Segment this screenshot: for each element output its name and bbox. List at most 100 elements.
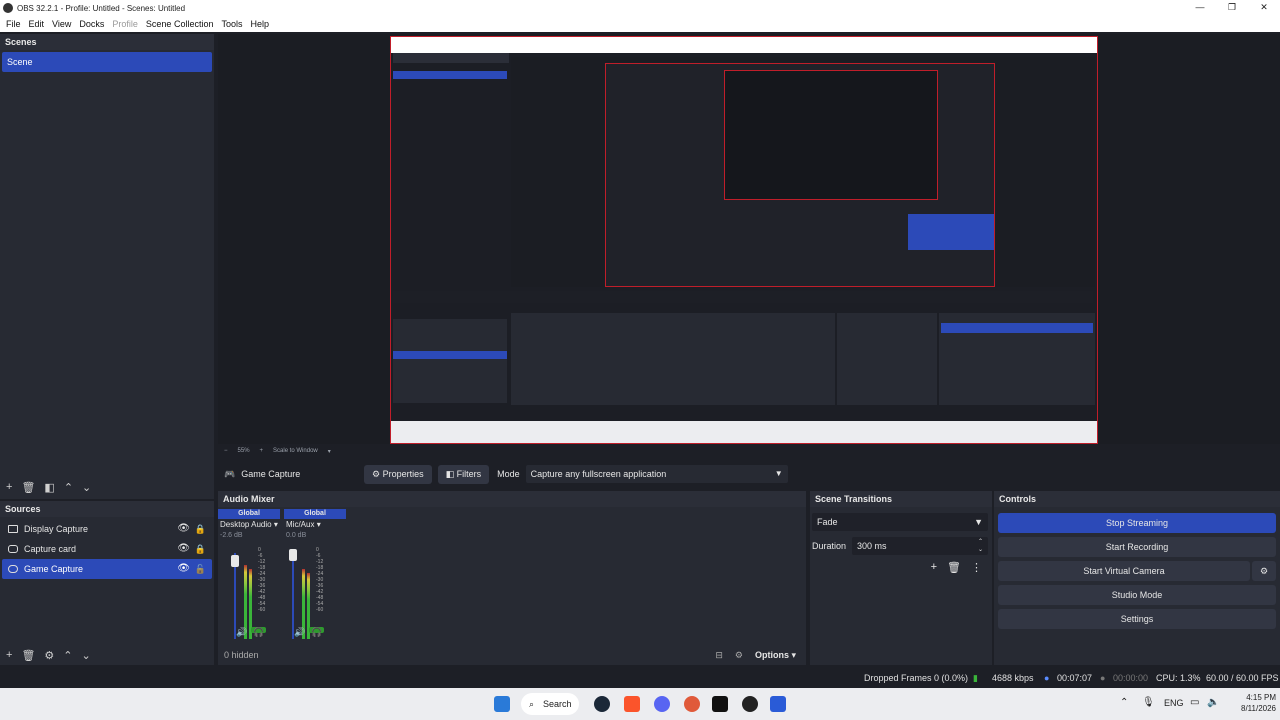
sources-toolbar: + 🗑 ⚙ ⌃ ⌄ [0, 646, 91, 664]
speaker-icon[interactable]: 🔊 [294, 627, 305, 637]
capture-mode-select[interactable]: Capture any fullscreen application ▼ [525, 465, 788, 483]
scenes-toolbar: + 🗑 ◧ ⌃ ⌄ [0, 478, 91, 496]
nested-mixer [511, 313, 835, 405]
filters-button[interactable]: ◧ Filters [437, 464, 490, 484]
search-label: Search [543, 699, 572, 709]
more-options-icon[interactable]: ⋮ [971, 561, 982, 574]
close-button[interactable]: ✕ [1248, 0, 1280, 16]
remove-source-icon[interactable]: 🗑 [21, 649, 35, 662]
scene-item[interactable]: Scene [2, 52, 212, 72]
tray-chevron-icon[interactable]: ⌃ [1120, 697, 1128, 708]
maximize-button[interactable]: ❐ [1216, 0, 1248, 16]
move-up-icon[interactable]: ⌃ [64, 481, 73, 494]
duration-label: Duration [812, 541, 847, 551]
channel-name[interactable]: Mic/Aux ▾ [284, 519, 346, 531]
menu-file[interactable]: File [2, 19, 25, 29]
menu-profile[interactable]: Profile [108, 19, 142, 29]
source-item-capture-card[interactable]: Capture card 👁 🔒 [2, 539, 212, 559]
nested-sources [393, 319, 507, 403]
stop-streaming-button[interactable]: Stop Streaming [998, 513, 1276, 533]
source-item-game-capture[interactable]: Game Capture 👁 🔓 [2, 559, 212, 579]
language-indicator[interactable]: ENG [1164, 698, 1184, 708]
nested-scene-item [393, 71, 507, 79]
transition-select[interactable]: Fade ▼ [812, 513, 988, 531]
remove-scene-icon[interactable]: 🗑 [21, 481, 35, 494]
nested-titlebar [391, 37, 1097, 53]
settings-button[interactable]: Settings [998, 609, 1276, 629]
sources-title: Sources [0, 501, 214, 517]
layout-toggle-icon[interactable]: ⊟ [715, 650, 723, 661]
zoom-out-icon[interactable]: − [224, 448, 228, 454]
channel-name-label: Mic/Aux [286, 520, 315, 529]
nested-transitions [837, 313, 937, 405]
eye-icon[interactable]: 👁 [177, 519, 190, 539]
source-properties-icon[interactable]: ⚙ [44, 649, 54, 662]
clock[interactable]: 4:15 PM 8/11/2026 [1226, 692, 1276, 714]
eye-icon[interactable]: 👁 [177, 559, 190, 579]
editor-icon[interactable] [770, 696, 786, 712]
network-icon[interactable]: ▭ [1190, 697, 1199, 708]
add-scene-icon[interactable]: + [6, 481, 12, 493]
taskbar-search[interactable]: ⌕ Search [521, 693, 579, 715]
duration-input[interactable]: 300 ms ⌃ ⌄ [852, 537, 988, 555]
windows-start-icon[interactable] [494, 696, 510, 712]
add-source-icon[interactable]: + [6, 649, 12, 661]
volume-slider-handle[interactable] [231, 555, 239, 567]
stream-icon: ● [1044, 673, 1050, 683]
menu-view[interactable]: View [48, 19, 75, 29]
start-virtual-camera-button[interactable]: Start Virtual Camera [998, 561, 1250, 581]
move-up-icon[interactable]: ⌃ [63, 649, 72, 662]
search-icon: ⌕ [529, 699, 535, 709]
menu-help[interactable]: Help [246, 19, 273, 29]
source-context-bar: 🎮 Game Capture ⚙ Properties ◧ Filters Mo… [218, 461, 1280, 487]
minimize-button[interactable]: — [1184, 0, 1216, 16]
menu-tools[interactable]: Tools [217, 19, 246, 29]
windows-taskbar: ⌕ Search ⌃ 🎙 ENG ▭ 🔈 4:15 PM 8/11/2026 [0, 688, 1280, 720]
microphone-icon[interactable]: 🎙 [1142, 697, 1155, 708]
obs-taskbar-icon[interactable] [742, 696, 758, 712]
lock-icon[interactable]: 🔒 [195, 539, 206, 559]
headphones-icon[interactable]: 🎧 [251, 627, 267, 637]
menu-docks[interactable]: Docks [75, 19, 108, 29]
headphones-icon[interactable]: 🎧 [309, 627, 325, 637]
audio-mixer-title: Audio Mixer [218, 491, 806, 507]
discord-icon[interactable] [654, 696, 670, 712]
add-transition-icon[interactable]: + [931, 561, 937, 574]
eye-icon[interactable]: 👁 [177, 539, 190, 559]
advanced-audio-icon[interactable]: ⚙ [735, 650, 743, 661]
scene-filters-icon[interactable]: ◧ [44, 481, 54, 494]
hidden-count[interactable]: 0 hidden [224, 650, 259, 660]
move-down-icon[interactable]: ⌄ [82, 481, 91, 494]
menu-scene-collection[interactable]: Scene Collection [142, 19, 218, 29]
terminal-icon[interactable] [712, 696, 728, 712]
channel-db: 0.0 dB [286, 532, 307, 539]
brave-icon[interactable] [624, 696, 640, 712]
menu-edit[interactable]: Edit [25, 19, 49, 29]
steam-icon[interactable] [594, 696, 610, 712]
gamepad-icon: 🎮 [224, 468, 236, 479]
channel-name[interactable]: Desktop Audio ▾ [218, 519, 280, 531]
window-controls: — ❐ ✕ [1184, 0, 1280, 16]
move-down-icon[interactable]: ⌄ [82, 649, 91, 662]
audio-mixer-footer: 0 hidden ⊟ ⚙ Options ▾ [218, 645, 806, 665]
remove-transition-icon[interactable]: 🗑 [947, 561, 961, 574]
app-icon[interactable] [684, 696, 700, 712]
properties-button[interactable]: ⚙ Properties [364, 464, 432, 484]
unlock-icon[interactable]: 🔓 [195, 559, 206, 579]
channel-desktop-audio: Global Desktop Audio ▾ -2.6 dB 0 -6 -12 … [218, 509, 280, 639]
volume-slider-handle[interactable] [289, 549, 297, 561]
source-item-display-capture[interactable]: Display Capture 👁 🔒 [2, 519, 212, 539]
zoom-in-icon[interactable]: + [260, 448, 264, 454]
virtual-camera-settings-button[interactable]: ⚙ [1252, 561, 1276, 581]
stepper-icon[interactable]: ⌃ ⌄ [978, 538, 983, 554]
start-recording-button[interactable]: Start Recording [998, 537, 1276, 557]
speaker-icon[interactable]: 🔊 [236, 627, 247, 637]
options-button[interactable]: Options ▾ [755, 650, 796, 661]
volume-icon[interactable]: 🔈 [1207, 697, 1219, 708]
chevron-down-icon[interactable]: ▾ [328, 448, 331, 455]
game-capture-preview[interactable] [390, 36, 1098, 444]
lock-icon[interactable]: 🔒 [195, 519, 206, 539]
studio-mode-button[interactable]: Studio Mode [998, 585, 1276, 605]
nested-controls [908, 214, 994, 250]
scale-mode[interactable]: Scale to Window [273, 448, 318, 454]
